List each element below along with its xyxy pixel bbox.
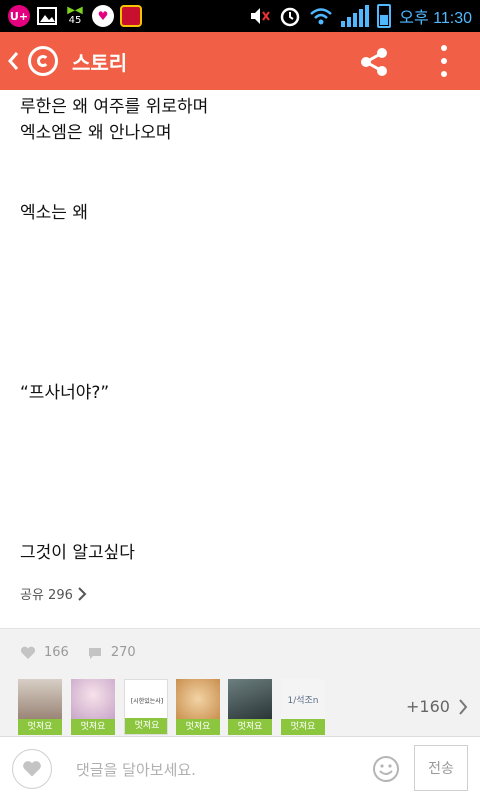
liker-avatar[interactable]: 1/석조n 멋져요 (281, 679, 325, 735)
comment-bar: 전송 (0, 736, 480, 801)
like-tag: 멋져요 (125, 718, 167, 734)
back-button[interactable] (0, 32, 26, 90)
more-dot-icon (441, 71, 447, 77)
story-text-line: “프사너야?” (20, 383, 110, 403)
story-text-line: 그것이 알고싶다 (20, 543, 135, 563)
share-count-link[interactable]: 공유 296 (20, 584, 87, 603)
app-bar: 스토리 (0, 32, 480, 90)
signal-icon (341, 5, 370, 27)
comment-icon (88, 647, 101, 659)
notification-badge: 45 (68, 15, 82, 26)
heart-icon (20, 646, 36, 659)
status-time: 오후 11:30 (399, 10, 472, 27)
story-text-line: 엑소는 왜 (20, 203, 88, 223)
reaction-counts: 166 270 (20, 645, 136, 660)
share-icon (361, 48, 387, 76)
heart-icon (23, 761, 41, 777)
like-button[interactable] (12, 749, 52, 789)
chevron-right-icon (459, 698, 468, 715)
story-text-line: 엑소엠은 왜 안나오며 (20, 123, 172, 143)
smiley-icon (373, 756, 399, 782)
avatar-image (71, 679, 115, 719)
like-tag: 멋져요 (71, 719, 115, 735)
story-text-line: 루한은 왜 여주를 위로하며 (20, 97, 209, 117)
avatar-image: 1/석조n (281, 679, 325, 719)
game-icon (120, 5, 142, 27)
more-likers-count: +160 (406, 697, 450, 716)
alarm-icon (281, 7, 300, 27)
uplus-icon: U+ (8, 5, 30, 27)
liker-avatar[interactable]: 멋져요 (18, 679, 62, 735)
reaction-panel: 166 270 멋져요 멋져요 [시한있는사] 멋져요 멋져요 멋져요 1/석조… (0, 628, 480, 737)
avatar-image: [시한있는사] (125, 680, 167, 720)
more-likers-link[interactable]: +160 (406, 697, 468, 716)
like-count: 166 (44, 645, 69, 660)
like-tag: 멋져요 (228, 719, 272, 735)
send-button[interactable]: 전송 (414, 745, 468, 791)
liker-avatar[interactable]: 멋져요 (71, 679, 115, 735)
like-tag: 멋져요 (281, 719, 325, 735)
chevron-right-icon (78, 586, 87, 601)
emoticon-button[interactable] (372, 755, 400, 783)
more-options-button[interactable] (432, 45, 456, 77)
battery-icon (377, 4, 392, 28)
like-tag: 멋져요 (176, 719, 220, 735)
kakaostory-logo-icon (28, 46, 58, 76)
volume-muted-icon (251, 8, 271, 24)
comment-input[interactable] (74, 755, 358, 785)
hello-kitty-icon: ♥ (92, 5, 114, 27)
more-dot-icon (441, 58, 447, 64)
status-bar: U+ ▶◀ 45 ♥ 오후 11:30 (0, 0, 480, 32)
share-count-label: 공유 296 (20, 588, 73, 603)
comment-count: 270 (110, 645, 136, 660)
liker-avatar[interactable]: [시한있는사] 멋져요 (124, 679, 168, 735)
liker-avatar[interactable]: 멋져요 (176, 679, 220, 735)
image-icon (36, 5, 58, 27)
like-tag: 멋져요 (18, 719, 62, 735)
avatar-image (228, 679, 272, 719)
avatar-image (18, 679, 62, 719)
avatar-image (176, 679, 220, 719)
more-dot-icon (441, 45, 447, 51)
share-button[interactable] (358, 46, 390, 78)
wifi-icon (310, 8, 333, 25)
liker-avatar[interactable]: 멋져요 (228, 679, 272, 735)
download-icon: ▶◀ 45 (67, 5, 83, 26)
page-title: 스토리 (72, 52, 128, 75)
chevron-left-icon (8, 52, 19, 70)
